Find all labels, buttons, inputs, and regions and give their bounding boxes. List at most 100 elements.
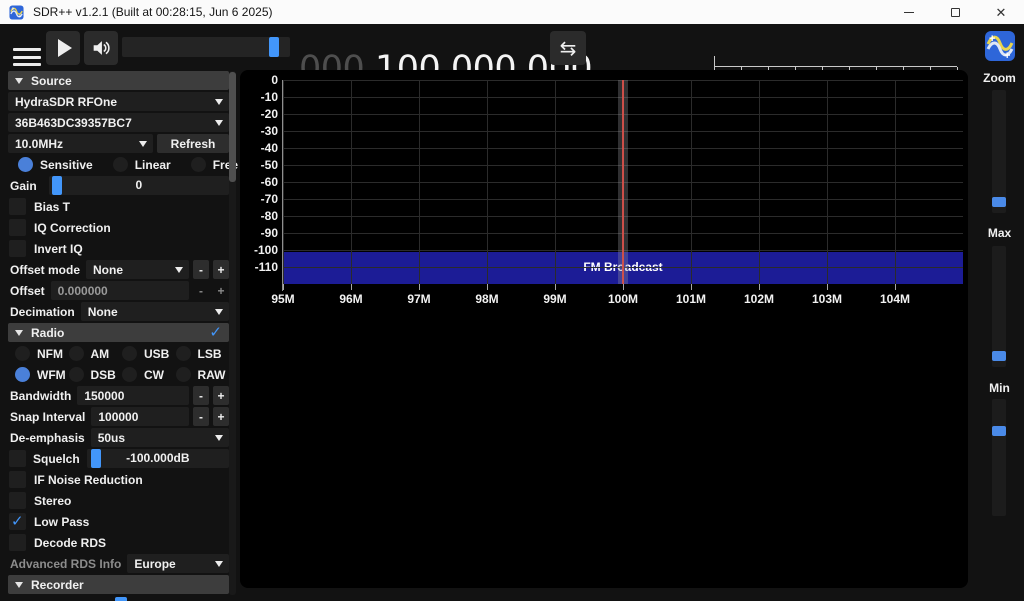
- menu-button[interactable]: [13, 46, 41, 68]
- source-device-dropdown[interactable]: HydraSDR RFOne: [8, 92, 229, 111]
- radio-enabled-checkbox[interactable]: ✓: [209, 325, 222, 340]
- snap-minus-button[interactable]: -: [193, 407, 209, 426]
- sidebar-scrollbar-thumb[interactable]: [229, 72, 236, 182]
- bandwidth-plus-button[interactable]: +: [213, 386, 229, 405]
- mode-lsb[interactable]: LSB: [176, 346, 230, 361]
- radio-icon[interactable]: [122, 346, 137, 361]
- recorder-section-header[interactable]: Recorder: [8, 575, 229, 594]
- volume-slider[interactable]: [122, 37, 290, 57]
- min-slider-handle[interactable]: [992, 426, 1006, 436]
- offset-minus-button[interactable]: -: [193, 281, 209, 300]
- device-serial-dropdown[interactable]: 36B463DC39357BC7: [8, 113, 229, 132]
- snap-plus-button[interactable]: +: [213, 407, 229, 426]
- checkbox-row-iq-correction[interactable]: IQ Correction: [8, 218, 229, 237]
- mode-wfm[interactable]: WFM: [15, 367, 69, 382]
- max-slider-handle[interactable]: [992, 351, 1006, 361]
- demod-mode-row-1: NFM AM USB LSB: [8, 344, 229, 363]
- volume-slider-handle[interactable]: [269, 37, 279, 57]
- mode-nfm[interactable]: NFM: [15, 346, 69, 361]
- volume-button[interactable]: [84, 31, 118, 65]
- y-axis-tick-label: -60: [240, 175, 278, 189]
- offset-label: Offset: [10, 284, 51, 298]
- radio-icon[interactable]: [69, 367, 84, 382]
- offset-input[interactable]: 0.000000: [51, 281, 189, 300]
- x-axis-tick: [691, 284, 692, 290]
- tuning-mode-button[interactable]: ⇆: [550, 31, 586, 65]
- bandwidth-input[interactable]: 150000: [77, 386, 189, 405]
- svg-text:+: +: [1004, 50, 1010, 62]
- iq-correction-checkbox[interactable]: [9, 219, 26, 236]
- mode-cw[interactable]: CW: [122, 367, 176, 382]
- titlebar[interactable]: + + SDR++ v1.2.1 (Built at 00:28:15, Jun…: [0, 0, 1024, 24]
- collapse-arrow-icon: [15, 78, 23, 84]
- maximize-button[interactable]: [932, 0, 978, 24]
- radio-icon[interactable]: [15, 367, 30, 382]
- bias-t-checkbox[interactable]: [9, 198, 26, 215]
- sidebar-scrollbar[interactable]: [229, 71, 236, 595]
- radio-icon[interactable]: [113, 157, 128, 172]
- max-slider[interactable]: [992, 246, 1006, 367]
- zoom-slider-handle[interactable]: [992, 197, 1006, 207]
- tuning-cursor-line[interactable]: [622, 80, 624, 284]
- play-icon: [58, 39, 72, 57]
- radio-icon[interactable]: [69, 346, 84, 361]
- checkbox-row-stereo[interactable]: Stereo: [8, 491, 229, 510]
- offset-mode-minus-button[interactable]: -: [193, 260, 209, 279]
- gain-mode-sensitive[interactable]: Sensitive: [18, 157, 93, 172]
- gridline-vertical: [487, 80, 488, 284]
- zoom-slider[interactable]: [992, 90, 1006, 213]
- snap-interval-input[interactable]: 100000: [91, 407, 189, 426]
- squelch-label: Squelch: [33, 452, 80, 466]
- checkbox-row-if-noise-reduction[interactable]: IF Noise Reduction: [8, 470, 229, 489]
- radio-section-header[interactable]: Radio ✓: [8, 323, 229, 342]
- y-axis-tick-label: -40: [240, 141, 278, 155]
- checkbox-row-decode-rds[interactable]: Decode RDS: [8, 533, 229, 552]
- source-section-header[interactable]: Source: [8, 71, 229, 90]
- gain-mode-radios: Sensitive Linear Free: [8, 155, 229, 174]
- invert-iq-checkbox[interactable]: [9, 240, 26, 257]
- rds-region-dropdown[interactable]: Europe: [127, 554, 229, 573]
- play-button[interactable]: [46, 31, 80, 65]
- radio-icon[interactable]: [191, 157, 206, 172]
- snr-meter-line: [714, 66, 957, 67]
- offset-mode-plus-button[interactable]: +: [213, 260, 229, 279]
- radio-icon[interactable]: [122, 367, 137, 382]
- mode-dsb[interactable]: DSB: [69, 367, 123, 382]
- fft-waterfall-display[interactable]: 0-10-20-30-40-50-60-70-80-90-100-110 FM …: [240, 70, 968, 588]
- samplerate-dropdown[interactable]: 10.0MHz: [8, 134, 153, 153]
- x-axis-tick: [759, 284, 760, 290]
- mode-am[interactable]: AM: [69, 346, 123, 361]
- mode-raw[interactable]: RAW: [176, 367, 230, 382]
- checkbox-row-low-pass[interactable]: Low Pass: [8, 512, 229, 531]
- low-pass-checkbox[interactable]: [9, 513, 26, 530]
- gain-mode-linear[interactable]: Linear: [113, 157, 171, 172]
- radio-icon[interactable]: [176, 346, 191, 361]
- radio-icon[interactable]: [15, 346, 30, 361]
- x-axis-tick-label: 99M: [533, 292, 577, 306]
- offset-plus-button[interactable]: +: [213, 281, 229, 300]
- squelch-slider[interactable]: -100.000dB: [87, 449, 229, 468]
- recorder-partial-control[interactable]: [115, 597, 127, 601]
- bandwidth-minus-button[interactable]: -: [193, 386, 209, 405]
- radio-icon[interactable]: [176, 367, 191, 382]
- minimize-button[interactable]: [886, 0, 932, 24]
- close-button[interactable]: ✕: [978, 0, 1024, 24]
- if-noise-reduction-checkbox[interactable]: [9, 471, 26, 488]
- deemphasis-dropdown[interactable]: 50us: [91, 428, 229, 447]
- mode-usb[interactable]: USB: [122, 346, 176, 361]
- window-title: SDR++ v1.2.1 (Built at 00:28:15, Jun 6 2…: [33, 5, 272, 19]
- checkbox-row-invert-iq[interactable]: Invert IQ: [8, 239, 229, 258]
- refresh-button[interactable]: Refresh: [157, 134, 229, 153]
- decimation-dropdown[interactable]: None: [81, 302, 229, 321]
- min-slider[interactable]: [992, 399, 1006, 516]
- checkbox-row-bias-t[interactable]: Bias T: [8, 197, 229, 216]
- bandwidth-label: Bandwidth: [10, 389, 77, 403]
- toolbar: 000.100.000.000 ⇆ 0102030405060708090 + …: [0, 24, 1024, 70]
- fft-plot[interactable]: FM Broadcast: [283, 80, 963, 284]
- radio-icon[interactable]: [18, 157, 33, 172]
- offset-mode-dropdown[interactable]: None: [86, 260, 189, 279]
- squelch-checkbox[interactable]: [9, 450, 26, 467]
- decode-rds-checkbox[interactable]: [9, 534, 26, 551]
- stereo-checkbox[interactable]: [9, 492, 26, 509]
- gain-slider[interactable]: 0: [49, 176, 229, 195]
